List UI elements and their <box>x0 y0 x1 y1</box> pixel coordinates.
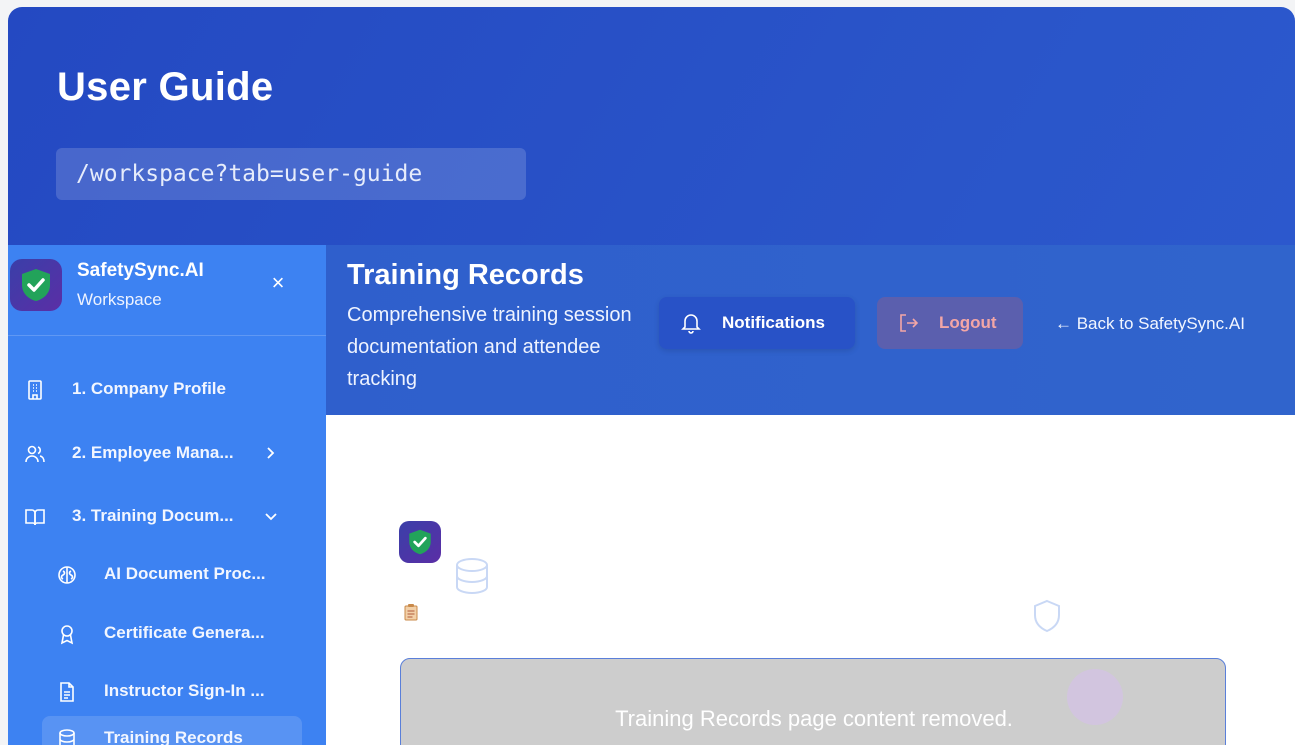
back-to-safetysync-link[interactable]: ← Back to SafetySync.AI <box>1055 314 1245 334</box>
bell-icon <box>681 312 701 339</box>
page-title: Training Records <box>347 259 584 291</box>
brand-name: SafetySync.AI <box>77 260 204 281</box>
placeholder-text: Training Records page content removed. <box>615 706 1013 731</box>
logout-button[interactable]: Logout <box>877 297 1023 349</box>
url-path: /workspace?tab=user-guide <box>56 148 526 200</box>
building-icon <box>24 379 46 401</box>
logout-label: Logout <box>939 313 997 332</box>
chevron-down-icon <box>262 505 280 527</box>
sidebar-item-label: Certificate Genera... <box>104 623 265 642</box>
book-open-icon <box>24 506 46 528</box>
page-header: Training Records Comprehensive training … <box>326 245 1295 415</box>
sidebar: SafetySync.AI Workspace × 1. Company Pro… <box>8 245 326 745</box>
chevron-right-icon <box>262 442 280 464</box>
content-removed-placeholder: Training Records page content removed. <box>400 658 1226 745</box>
close-sidebar-button[interactable]: × <box>266 271 290 295</box>
log-out-icon <box>898 313 920 338</box>
sidebar-item-label: Instructor Sign-In ... <box>104 681 265 700</box>
sidebar-subitem-certificate-generation[interactable]: Certificate Genera... <box>8 612 326 656</box>
notifications-button[interactable]: Notifications <box>659 297 855 349</box>
app-screenshot: SafetySync.AI Workspace × 1. Company Pro… <box>8 245 1295 745</box>
sidebar-item-employee-management[interactable]: 2. Employee Mana... <box>8 432 326 476</box>
shield-check-logo-icon <box>399 521 441 563</box>
sidebar-item-training-documentation[interactable]: 3. Training Docum... <box>8 495 326 539</box>
sidebar-subitem-training-records[interactable]: Training Records <box>42 716 302 745</box>
users-icon <box>24 443 46 465</box>
brain-icon <box>56 564 78 586</box>
main-content: Training Records Comprehensive training … <box>326 245 1295 745</box>
guide-frame: User Guide /workspace?tab=user-guide Saf… <box>8 7 1295 745</box>
award-icon <box>56 623 78 645</box>
database-icon <box>56 728 78 745</box>
shield-decor-icon <box>1032 599 1062 638</box>
sidebar-item-company-profile[interactable]: 1. Company Profile <box>8 368 326 412</box>
sidebar-brand: SafetySync.AI Workspace × <box>8 245 326 336</box>
brand-subtitle: Workspace <box>77 290 162 309</box>
notifications-label: Notifications <box>722 313 825 332</box>
sidebar-subitem-instructor-sign-in[interactable]: Instructor Sign-In ... <box>8 670 326 714</box>
sidebar-subitem-ai-document-processing[interactable]: AI Document Proc... <box>8 553 326 597</box>
sidebar-item-label: Training Records <box>104 728 243 745</box>
page-subtitle: Comprehensive training session documenta… <box>347 304 632 390</box>
file-text-icon <box>56 681 78 703</box>
sidebar-item-label: 2. Employee Mana... <box>72 443 234 462</box>
sidebar-item-label: 1. Company Profile <box>72 379 226 398</box>
database-decor-icon <box>454 557 490 602</box>
guide-title: User Guide <box>57 65 274 109</box>
clipboard-icon <box>404 603 418 626</box>
sidebar-item-label: AI Document Proc... <box>104 564 266 583</box>
sidebar-item-label: 3. Training Docum... <box>72 506 234 525</box>
shield-check-logo-icon <box>10 259 62 311</box>
